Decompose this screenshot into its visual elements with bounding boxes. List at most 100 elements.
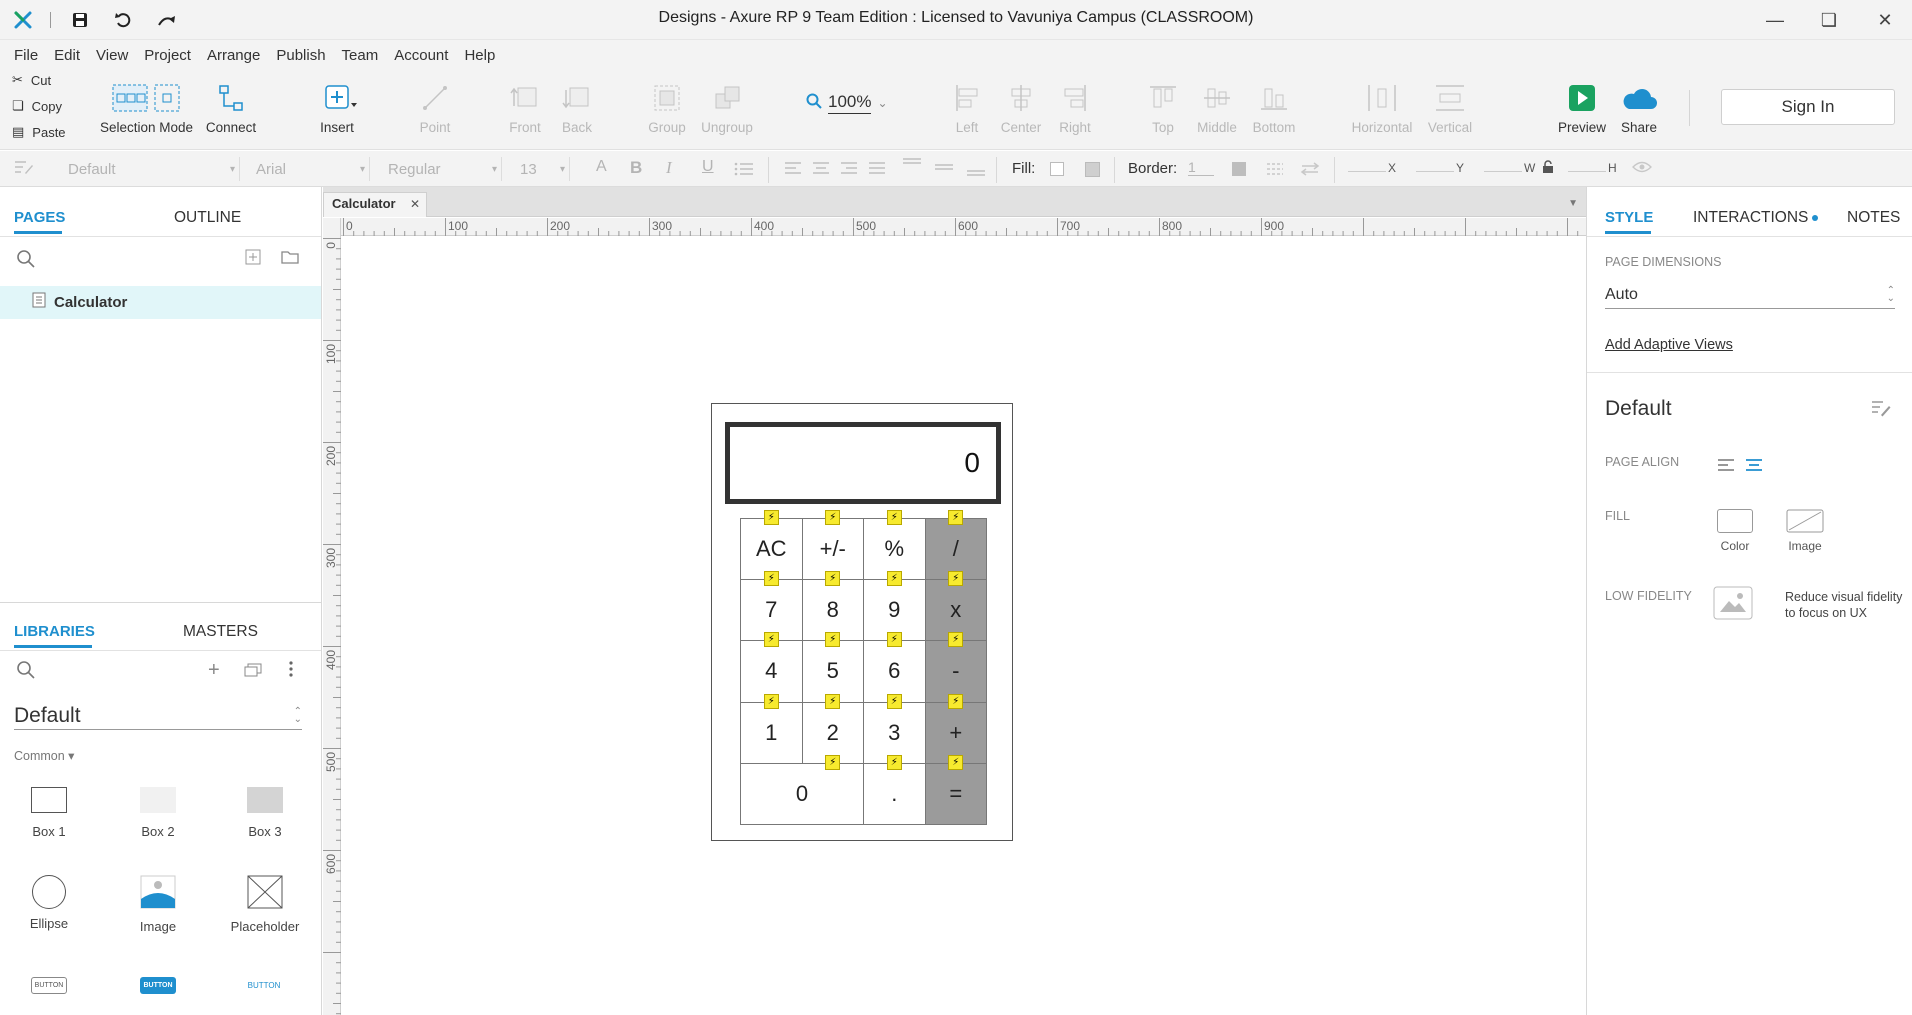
- library-select[interactable]: Default ⌃ ⌄: [14, 702, 302, 730]
- align-bottom-button[interactable]: Bottom: [1246, 78, 1302, 135]
- bullet-list-icon[interactable]: [734, 161, 754, 181]
- distribute-horizontal-button[interactable]: Horizontal: [1346, 78, 1418, 135]
- valign-middle-icon[interactable]: [934, 157, 954, 177]
- ungroup-button[interactable]: Ungroup: [696, 78, 758, 135]
- valign-top-icon[interactable]: [902, 157, 922, 177]
- library-stack-icon[interactable]: [244, 663, 262, 682]
- tab-notes[interactable]: NOTES: [1847, 209, 1900, 227]
- close-tab-icon[interactable]: ✕: [410, 197, 420, 211]
- border-width-input[interactable]: 1: [1188, 159, 1214, 176]
- calculator-key[interactable]: 1: [740, 701, 803, 764]
- menu-help[interactable]: Help: [456, 47, 503, 64]
- menu-edit[interactable]: Edit: [46, 47, 88, 64]
- bold-icon[interactable]: B: [630, 158, 642, 178]
- widget-button-outline[interactable]: BUTTON: [31, 977, 67, 994]
- border-color-swatch[interactable]: [1232, 162, 1246, 176]
- lock-icon[interactable]: [1542, 160, 1554, 178]
- fill-image-option[interactable]: Image: [1783, 509, 1827, 553]
- restore-button[interactable]: ❏: [1802, 0, 1856, 40]
- align-left-button[interactable]: Left: [942, 78, 992, 135]
- edit-style-icon[interactable]: [1871, 400, 1891, 423]
- y-input[interactable]: [1416, 171, 1454, 172]
- font-color-icon[interactable]: A: [596, 158, 607, 176]
- point-button[interactable]: Point: [410, 78, 460, 135]
- calculator-key[interactable]: .: [863, 762, 926, 825]
- widget-box3[interactable]: Box 3: [220, 787, 310, 839]
- calculator-key[interactable]: 0: [740, 762, 864, 825]
- paste-button[interactable]: ▤ Paste: [12, 124, 66, 140]
- selection-mode-button[interactable]: Selection Mode: [100, 78, 193, 135]
- text-align-right-icon[interactable]: [840, 161, 858, 175]
- menu-view[interactable]: View: [88, 47, 136, 64]
- calculator-key[interactable]: =: [924, 762, 987, 825]
- align-center-button[interactable]: Center: [996, 78, 1046, 135]
- font-weight-dropdown[interactable]: Regular ▾: [384, 157, 502, 181]
- sign-in-button[interactable]: Sign In: [1721, 89, 1895, 125]
- widget-placeholder[interactable]: Placeholder: [220, 875, 310, 934]
- fill-color-swatch[interactable]: [1050, 162, 1064, 176]
- canvas-area[interactable]: Calculator ✕ ▼ 0 100 200 300 400 500 600 700 800…: [323, 187, 1586, 1015]
- eye-icon[interactable]: [1632, 160, 1652, 178]
- widget-image[interactable]: Image: [113, 875, 203, 934]
- add-adaptive-views-link[interactable]: Add Adaptive Views: [1605, 337, 1733, 353]
- border-style-icon[interactable]: [1266, 161, 1284, 181]
- menu-publish[interactable]: Publish: [268, 47, 333, 64]
- tab-masters[interactable]: MASTERS: [183, 623, 258, 641]
- font-dropdown[interactable]: Arial ▾: [252, 157, 370, 181]
- text-justify-icon[interactable]: [868, 161, 886, 175]
- add-page-icon[interactable]: [245, 249, 261, 270]
- page-dimensions-select[interactable]: Auto ⌃ ⌄: [1605, 281, 1895, 309]
- widget-ellipse[interactable]: Ellipse: [4, 875, 94, 931]
- send-back-button[interactable]: Back: [552, 78, 602, 135]
- style-dropdown[interactable]: Default ▾: [44, 157, 240, 181]
- close-window-button[interactable]: ✕: [1858, 0, 1912, 40]
- insert-button[interactable]: Insert: [312, 78, 362, 135]
- tab-interactions[interactable]: INTERACTIONS: [1693, 209, 1819, 227]
- page-align-center-icon[interactable]: [1745, 458, 1763, 477]
- add-library-icon[interactable]: +: [208, 659, 220, 682]
- align-right-button[interactable]: Right: [1050, 78, 1100, 135]
- bring-front-button[interactable]: Front: [500, 78, 550, 135]
- share-button[interactable]: Share: [1614, 78, 1664, 135]
- align-top-button[interactable]: Top: [1138, 78, 1188, 135]
- library-search-icon[interactable]: [16, 660, 36, 685]
- pages-search-icon[interactable]: [16, 249, 36, 274]
- library-section-common[interactable]: Common ▾: [14, 748, 74, 763]
- h-input[interactable]: [1568, 171, 1606, 172]
- connect-button[interactable]: Connect: [200, 78, 262, 135]
- w-input[interactable]: [1484, 171, 1522, 172]
- widget-box2[interactable]: Box 2: [113, 787, 203, 839]
- distribute-vertical-button[interactable]: Vertical: [1420, 78, 1480, 135]
- menu-team[interactable]: Team: [334, 47, 387, 64]
- page-item-calculator[interactable]: Calculator: [0, 286, 321, 319]
- align-middle-button[interactable]: Middle: [1192, 78, 1242, 135]
- underline-icon[interactable]: U: [702, 158, 714, 176]
- tab-outline[interactable]: OUTLINE: [174, 209, 241, 227]
- widget-button-primary[interactable]: BUTTON: [140, 977, 176, 994]
- widget-button-link[interactable]: BUTTON: [246, 977, 282, 994]
- tab-libraries[interactable]: LIBRARIES: [14, 623, 95, 640]
- add-folder-icon[interactable]: [281, 250, 299, 269]
- calculator-display[interactable]: 0: [725, 422, 1001, 504]
- minimize-button[interactable]: —: [1748, 0, 1802, 40]
- calculator-frame[interactable]: 0 AC ⚡ +/- ⚡% ⚡ / ⚡ 7 ⚡ 8 ⚡ 9 ⚡ x ⚡ 4 ⚡ 5 ⚡ 6 ⚡ - ⚡ 1 ⚡ 2 ⚡ 3 ⚡ + ⚡ 0 ⚡.…: [711, 403, 1013, 841]
- document-tab-calculator[interactable]: Calculator ✕: [323, 192, 427, 217]
- cut-button[interactable]: ✂ Cut: [12, 72, 51, 88]
- page-align-left-icon[interactable]: [1717, 458, 1735, 477]
- menu-file[interactable]: File: [6, 47, 46, 64]
- preview-button[interactable]: Preview: [1554, 78, 1610, 135]
- fill-color-option[interactable]: Color: [1713, 509, 1757, 553]
- font-size-dropdown[interactable]: 13 ▾: [516, 157, 570, 181]
- copy-button[interactable]: ❏ Copy: [12, 98, 62, 114]
- widget-box1[interactable]: Box 1: [4, 787, 94, 839]
- zoom-control[interactable]: 100% ⌄: [806, 92, 888, 114]
- group-button[interactable]: Group: [642, 78, 692, 135]
- style-edit-icon[interactable]: [14, 160, 34, 180]
- menu-arrange[interactable]: Arrange: [199, 47, 268, 64]
- tab-style[interactable]: STYLE: [1605, 209, 1653, 226]
- fill-image-swatch[interactable]: [1085, 162, 1100, 177]
- tab-overflow-chevron-icon[interactable]: ▼: [1568, 198, 1578, 209]
- more-options-icon[interactable]: [288, 661, 294, 682]
- menu-project[interactable]: Project: [136, 47, 199, 64]
- x-input[interactable]: [1348, 171, 1386, 172]
